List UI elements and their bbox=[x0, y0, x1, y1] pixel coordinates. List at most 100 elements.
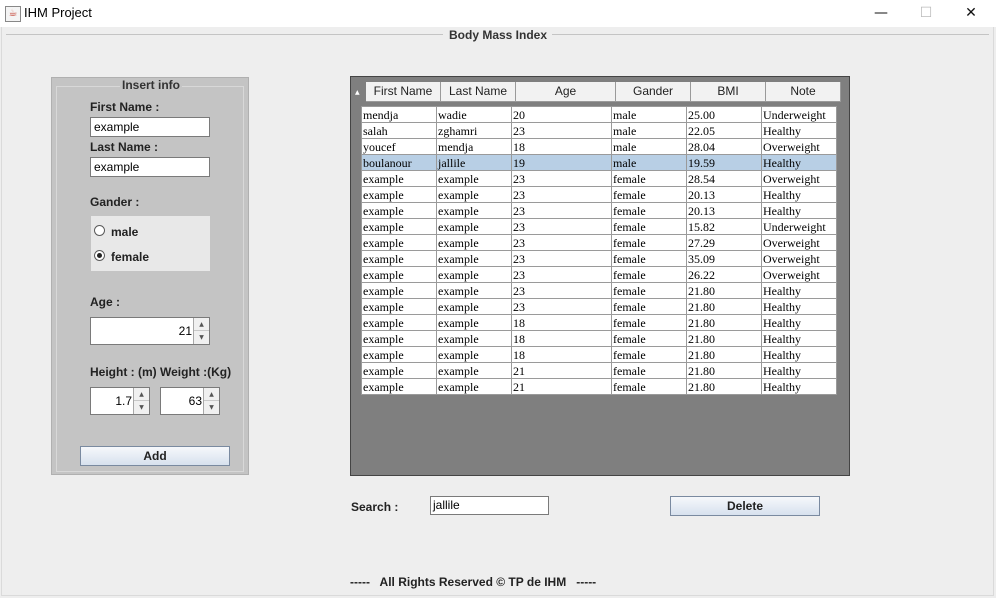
column-header-gender[interactable]: Gander bbox=[616, 82, 691, 102]
table-cell-gender[interactable]: female bbox=[611, 218, 687, 235]
table-cell-age[interactable]: 18 bbox=[511, 314, 612, 331]
table-cell-age[interactable]: 23 bbox=[511, 218, 612, 235]
table-cell-bmi[interactable]: 21.80 bbox=[686, 314, 762, 331]
table-cell-bmi[interactable]: 21.80 bbox=[686, 330, 762, 347]
column-header-first-name[interactable]: First Name bbox=[366, 82, 441, 102]
table-cell-bmi[interactable]: 21.80 bbox=[686, 298, 762, 315]
table-cell-first-name[interactable]: example bbox=[361, 330, 437, 347]
table-cell-age[interactable]: 23 bbox=[511, 234, 612, 251]
table-cell-age[interactable]: 18 bbox=[511, 346, 612, 363]
table-cell-bmi[interactable]: 21.80 bbox=[686, 282, 762, 299]
table-cell-first-name[interactable]: salah bbox=[361, 122, 437, 139]
table-row[interactable]: example example 23 female 27.29 Overweight bbox=[361, 234, 837, 251]
table-cell-last-name[interactable]: example bbox=[436, 218, 512, 235]
table-cell-gender[interactable]: female bbox=[611, 266, 687, 283]
table-cell-last-name[interactable]: wadie bbox=[436, 106, 512, 123]
table-cell-last-name[interactable]: example bbox=[436, 298, 512, 315]
table-cell-age[interactable]: 23 bbox=[511, 202, 612, 219]
gender-male-radio[interactable] bbox=[94, 225, 105, 236]
table-cell-first-name[interactable]: example bbox=[361, 314, 437, 331]
table-cell-age[interactable]: 21 bbox=[511, 378, 612, 395]
height-spinner[interactable]: 1.7 ▲ ▼ bbox=[90, 387, 150, 415]
column-header-age[interactable]: Age bbox=[516, 82, 616, 102]
table-cell-last-name[interactable]: zghamri bbox=[436, 122, 512, 139]
table-cell-age[interactable]: 19 bbox=[511, 154, 612, 171]
table-cell-gender[interactable]: female bbox=[611, 378, 687, 395]
table-cell-last-name[interactable]: example bbox=[436, 234, 512, 251]
table-cell-note[interactable]: Overweight bbox=[761, 250, 837, 267]
table-row[interactable]: boulanour jallile 19 male 19.59 Healthy bbox=[361, 154, 837, 171]
close-button[interactable]: ✕ bbox=[948, 0, 994, 27]
table-cell-first-name[interactable]: example bbox=[361, 234, 437, 251]
table-cell-note[interactable]: Healthy bbox=[761, 314, 837, 331]
spinner-up-arrow-icon[interactable]: ▲ bbox=[194, 318, 209, 331]
table-cell-age[interactable]: 23 bbox=[511, 170, 612, 187]
column-header-last-name[interactable]: Last Name bbox=[441, 82, 516, 102]
table-cell-first-name[interactable]: youcef bbox=[361, 138, 437, 155]
table-cell-last-name[interactable]: example bbox=[436, 314, 512, 331]
table-cell-age[interactable]: 23 bbox=[511, 282, 612, 299]
add-button[interactable]: Add bbox=[80, 446, 230, 466]
table-cell-bmi[interactable]: 26.22 bbox=[686, 266, 762, 283]
table-cell-age[interactable]: 23 bbox=[511, 266, 612, 283]
table-cell-last-name[interactable]: example bbox=[436, 378, 512, 395]
search-input[interactable]: jallile bbox=[430, 496, 549, 515]
column-header-bmi[interactable]: BMI bbox=[691, 82, 766, 102]
table-cell-gender[interactable]: female bbox=[611, 346, 687, 363]
gender-female-label[interactable]: female bbox=[111, 250, 149, 264]
table-cell-gender[interactable]: female bbox=[611, 202, 687, 219]
table-cell-note[interactable]: Overweight bbox=[761, 170, 837, 187]
table-cell-note[interactable]: Overweight bbox=[761, 138, 837, 155]
table-row[interactable]: example example 18 female 21.80 Healthy bbox=[361, 314, 837, 331]
age-spinner[interactable]: 21 ▲ ▼ bbox=[90, 317, 210, 345]
table-cell-note[interactable]: Healthy bbox=[761, 202, 837, 219]
spinner-down-arrow-icon[interactable]: ▼ bbox=[204, 401, 219, 414]
table-cell-first-name[interactable]: example bbox=[361, 186, 437, 203]
table-cell-gender[interactable]: male bbox=[611, 106, 687, 123]
table-cell-first-name[interactable]: example bbox=[361, 282, 437, 299]
column-header-note[interactable]: Note bbox=[766, 82, 841, 102]
spinner-up-arrow-icon[interactable]: ▲ bbox=[134, 388, 149, 401]
table-cell-last-name[interactable]: example bbox=[436, 170, 512, 187]
spinner-down-arrow-icon[interactable]: ▼ bbox=[134, 401, 149, 414]
table-cell-first-name[interactable]: example bbox=[361, 218, 437, 235]
table-cell-note[interactable]: Healthy bbox=[761, 298, 837, 315]
minimize-button[interactable]: — bbox=[858, 0, 904, 27]
table-row[interactable]: example example 23 female 35.09 Overweight bbox=[361, 250, 837, 267]
table-cell-note[interactable]: Healthy bbox=[761, 282, 837, 299]
table-cell-gender[interactable]: female bbox=[611, 234, 687, 251]
table-cell-note[interactable]: Overweight bbox=[761, 234, 837, 251]
table-cell-age[interactable]: 20 bbox=[511, 106, 612, 123]
table-cell-last-name[interactable]: example bbox=[436, 330, 512, 347]
table-cell-first-name[interactable]: example bbox=[361, 362, 437, 379]
table-cell-bmi[interactable]: 20.13 bbox=[686, 186, 762, 203]
table-cell-note[interactable]: Healthy bbox=[761, 362, 837, 379]
table-cell-last-name[interactable]: example bbox=[436, 250, 512, 267]
table-row[interactable]: mendja wadie 20 male 25.00 Underweight bbox=[361, 106, 837, 123]
table-cell-age[interactable]: 23 bbox=[511, 186, 612, 203]
table-row[interactable]: example example 18 female 21.80 Healthy bbox=[361, 330, 837, 347]
table-cell-last-name[interactable]: jallile bbox=[436, 154, 512, 171]
table-cell-first-name[interactable]: example bbox=[361, 298, 437, 315]
table-row[interactable]: example example 23 female 15.82 Underweight bbox=[361, 218, 837, 235]
table-cell-note[interactable]: Overweight bbox=[761, 266, 837, 283]
table-cell-gender[interactable]: male bbox=[611, 122, 687, 139]
table-cell-age[interactable]: 18 bbox=[511, 138, 612, 155]
table-row[interactable]: example example 23 female 21.80 Healthy bbox=[361, 298, 837, 315]
delete-button[interactable]: Delete bbox=[670, 496, 820, 516]
table-row[interactable]: example example 21 female 21.80 Healthy bbox=[361, 362, 837, 379]
table-cell-bmi[interactable]: 22.05 bbox=[686, 122, 762, 139]
table-cell-age[interactable]: 21 bbox=[511, 362, 612, 379]
table-cell-first-name[interactable]: example bbox=[361, 202, 437, 219]
table-cell-gender[interactable]: female bbox=[611, 362, 687, 379]
table-cell-bmi[interactable]: 25.00 bbox=[686, 106, 762, 123]
table-cell-bmi[interactable]: 19.59 bbox=[686, 154, 762, 171]
table-cell-last-name[interactable]: example bbox=[436, 202, 512, 219]
table-row[interactable]: example example 23 female 21.80 Healthy bbox=[361, 282, 837, 299]
table-cell-first-name[interactable]: example bbox=[361, 266, 437, 283]
table-cell-note[interactable]: Healthy bbox=[761, 186, 837, 203]
spinner-down-arrow-icon[interactable]: ▼ bbox=[194, 331, 209, 344]
table-cell-note[interactable]: Healthy bbox=[761, 122, 837, 139]
table-cell-age[interactable]: 23 bbox=[511, 250, 612, 267]
table-cell-last-name[interactable]: example bbox=[436, 186, 512, 203]
